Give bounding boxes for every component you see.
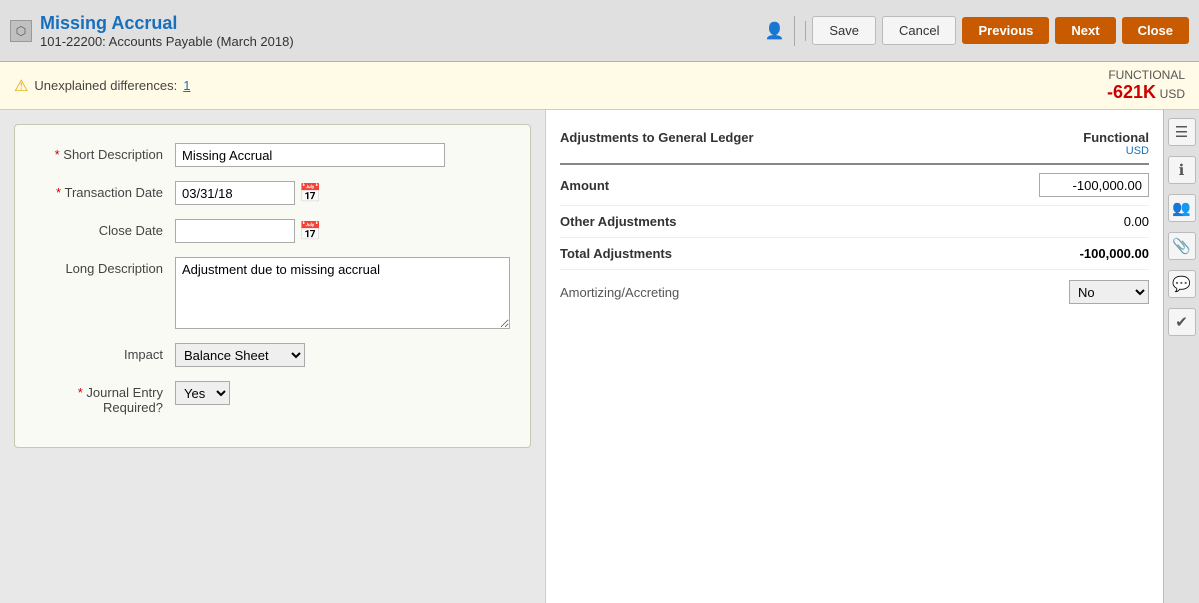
functional-block: FUNCTIONAL -621K USD [1107,68,1185,103]
amortizing-row: Amortizing/Accreting No Yes [560,270,1149,314]
close-date-input[interactable] [175,219,295,243]
adj-other-value: 0.00 [1124,214,1149,229]
long-description-input[interactable]: Adjustment due to missing accrual [175,257,510,329]
warning-bar: ⚠ Unexplained differences: 1 FUNCTIONAL … [0,62,1199,110]
save-button[interactable]: Save [812,16,876,45]
short-description-input[interactable] [175,143,445,167]
divider [794,16,795,46]
next-button[interactable]: Next [1055,17,1115,44]
content-area: * Short Description * Transaction Date 📅 [0,110,1199,603]
adj-currency-label: USD [1126,145,1149,157]
long-description-label: Long Description [35,257,175,276]
divider2 [805,21,806,41]
short-description-label: * Short Description [35,143,175,162]
header: ⬡ Missing Accrual 101-22200: Accounts Pa… [0,0,1199,62]
functional-label: FUNCTIONAL [1107,68,1185,82]
sidebar-users-button[interactable]: 👥 [1168,194,1196,222]
adj-other-row: Other Adjustments 0.00 [560,206,1149,238]
adj-amount-row: Amount [560,165,1149,206]
right-panel: Adjustments to General Ledger Functional… [545,110,1163,603]
short-description-row: * Short Description [35,143,510,167]
journal-entry-label: * Journal Entry Required? [35,381,175,415]
impact-wrapper: Balance Sheet Income Statement Other [175,343,305,367]
adj-total-value: -100,000.00 [1080,246,1149,261]
required-star: * [55,147,64,162]
sidebar-check-button[interactable]: ✔ [1168,308,1196,336]
adj-functional-label: Functional [1083,130,1149,145]
adj-title: Adjustments to General Ledger [560,130,754,157]
amortizing-label: Amortizing/Accreting [560,285,679,300]
expand-icon[interactable]: ⬡ [10,20,32,42]
transaction-date-label: * Transaction Date [35,181,175,200]
functional-currency: USD [1160,87,1185,101]
warning-icon: ⚠ [14,76,28,96]
sidebar: ☰ ℹ 👥 📎 💬 ✔ [1163,110,1199,603]
impact-label: Impact [35,343,175,362]
warning-text: Unexplained differences: [34,78,177,93]
form-card: * Short Description * Transaction Date 📅 [14,124,531,448]
user-icon: 👤 [764,21,784,41]
long-description-row: Long Description Adjustment due to missi… [35,257,510,329]
cancel-button[interactable]: Cancel [882,16,956,45]
close-date-label: Close Date [35,219,175,238]
transaction-date-row: * Transaction Date 📅 [35,181,510,205]
sidebar-list-button[interactable]: ☰ [1168,118,1196,146]
adj-amount-input[interactable] [1039,173,1149,197]
left-panel: * Short Description * Transaction Date 📅 [0,110,545,603]
adj-header: Adjustments to General Ledger Functional… [560,124,1149,165]
amortizing-select[interactable]: No Yes [1069,280,1149,304]
functional-value: -621K [1107,82,1156,102]
warning-count[interactable]: 1 [183,78,190,93]
page-title: Missing Accrual [40,13,294,34]
transaction-date-wrapper: 📅 [175,181,321,205]
adj-amount-label: Amount [560,178,609,193]
close-button[interactable]: Close [1122,17,1189,44]
adj-header-right: Functional USD [1083,130,1149,157]
close-date-wrapper: 📅 [175,219,321,243]
close-date-row: Close Date 📅 [35,219,510,243]
adjustments-table: Adjustments to General Ledger Functional… [560,124,1149,314]
page-subtitle: 101-22200: Accounts Payable (March 2018) [40,34,294,49]
journal-entry-row: * Journal Entry Required? Yes No [35,381,510,415]
transaction-date-calendar-icon[interactable]: 📅 [299,183,321,204]
impact-row: Impact Balance Sheet Income Statement Ot… [35,343,510,367]
adj-total-row: Total Adjustments -100,000.00 [560,238,1149,270]
close-date-calendar-icon[interactable]: 📅 [299,221,321,242]
sidebar-info-button[interactable]: ℹ [1168,156,1196,184]
adj-other-label: Other Adjustments [560,214,677,229]
impact-select[interactable]: Balance Sheet Income Statement Other [175,343,305,367]
sidebar-comment-button[interactable]: 💬 [1168,270,1196,298]
adj-total-label: Total Adjustments [560,246,672,261]
previous-button[interactable]: Previous [962,17,1049,44]
transaction-date-input[interactable] [175,181,295,205]
sidebar-attach-button[interactable]: 📎 [1168,232,1196,260]
journal-entry-select[interactable]: Yes No [175,381,230,405]
